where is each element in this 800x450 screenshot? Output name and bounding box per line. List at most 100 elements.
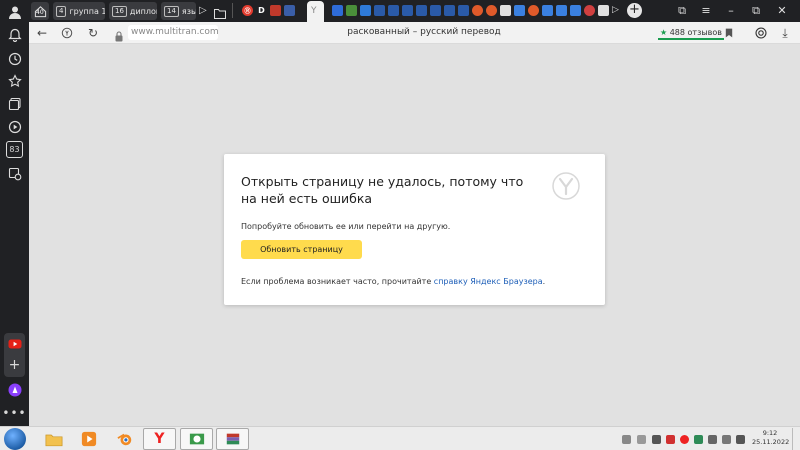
tab-favicon-icon[interactable] <box>360 5 371 16</box>
tray-check-icon[interactable] <box>694 435 703 444</box>
tab-favicon-icon[interactable] <box>542 5 553 16</box>
page-content: Открыть страницу не удалось, потому что … <box>29 44 800 426</box>
tab-favicon-icon[interactable] <box>570 5 581 16</box>
counter-badge-icon[interactable]: 83 <box>6 141 23 158</box>
pinned-tab-icon[interactable] <box>284 5 295 16</box>
error-footer: Если проблема возникает часто, прочитайт… <box>241 277 545 286</box>
bookmark-flag-icon[interactable] <box>721 25 737 41</box>
tab-favicon-icon[interactable] <box>514 5 525 16</box>
reviews-badge[interactable]: ★ 488 отзывов <box>658 26 724 40</box>
tab-strip: 40 4 группа 1 16 диплом 14 язык ▷ Ⓡ D Y … <box>29 0 800 22</box>
tab-favicon-icon[interactable] <box>402 5 413 16</box>
url-field[interactable]: www.multitran.com <box>128 25 219 40</box>
tray-yandex-icon[interactable] <box>680 435 689 444</box>
reviews-count: 488 отзывов <box>669 28 722 37</box>
tab-group-label: диплом <box>129 6 157 16</box>
tab-favicon-icon[interactable] <box>528 5 539 16</box>
tab-group-count: 16 <box>112 5 127 17</box>
error-hint: Попробуйте обновить ее или перейти на др… <box>241 222 451 231</box>
lock-icon[interactable] <box>114 27 124 42</box>
system-clock[interactable]: 9:12 25.11.2022 <box>752 429 790 447</box>
volume-icon[interactable] <box>736 435 745 444</box>
back-arrow-icon[interactable]: ← <box>34 25 50 41</box>
tab-favicon-icon[interactable] <box>430 5 441 16</box>
tab-favicon-icon[interactable] <box>500 5 511 16</box>
scroll-tabs-right-icon[interactable]: ▷ <box>612 5 619 15</box>
yandex-browser-task-icon[interactable]: Y <box>143 428 176 450</box>
winrar-icon[interactable] <box>216 428 249 450</box>
explorer-folder-icon[interactable] <box>37 428 70 450</box>
more-dots-icon[interactable]: ••• <box>2 404 25 421</box>
tab-favicon-icon[interactable] <box>472 5 483 16</box>
start-button[interactable] <box>4 428 26 450</box>
pinned-tab-icon[interactable]: Ⓡ <box>242 5 253 16</box>
add-app-plus-icon[interactable]: + <box>6 356 23 373</box>
show-desktop-button[interactable] <box>792 428 800 450</box>
new-tab-plus-icon[interactable]: + <box>627 3 642 18</box>
help-link[interactable]: справку Яндекс Браузера <box>434 277 543 286</box>
error-title: Открыть страницу не удалось, потому что … <box>241 174 524 206</box>
tray-app-icon[interactable] <box>652 435 661 444</box>
tab-favicon-icon[interactable] <box>332 5 343 16</box>
tab-group-3[interactable]: 14 язык <box>161 2 196 20</box>
home-tab-count: 40 <box>36 9 44 16</box>
profile-icon[interactable] <box>6 3 23 20</box>
minimize-icon[interactable]: – <box>724 4 738 18</box>
notifications-bell-icon[interactable] <box>6 26 23 43</box>
yandex-protect-icon[interactable] <box>59 25 75 41</box>
tab-favicon-icon[interactable] <box>374 5 385 16</box>
protect-shield-icon[interactable] <box>753 25 769 41</box>
browser-sidebar: 83 + ••• <box>0 0 29 426</box>
tab-favicon-icon[interactable] <box>458 5 469 16</box>
clock-date: 25.11.2022 <box>752 438 790 446</box>
bookmarks-star-icon[interactable] <box>6 72 23 89</box>
pinned-tab-d-icon[interactable]: D <box>256 5 267 16</box>
battery-icon[interactable] <box>708 435 717 444</box>
menu-hamburger-icon[interactable]: ≡ <box>699 4 713 18</box>
alice-assistant-icon[interactable] <box>6 381 23 398</box>
tab-favicon-icon[interactable] <box>584 5 595 16</box>
tab-group-count: 4 <box>56 5 67 17</box>
tray-app-icon[interactable] <box>637 435 646 444</box>
tab-favicon-icon[interactable] <box>346 5 357 16</box>
tabs-overview-icon[interactable]: ⧉ <box>675 4 689 18</box>
reload-page-button[interactable]: Обновить страницу <box>241 240 362 259</box>
tray-app-icon[interactable] <box>622 435 631 444</box>
reload-icon[interactable]: ↻ <box>85 25 101 41</box>
home-tab[interactable]: 40 <box>31 2 49 20</box>
blender-icon[interactable] <box>108 428 141 450</box>
media-player-icon[interactable] <box>72 428 105 450</box>
yandex-browser-logo-icon <box>552 172 580 200</box>
error-card: Открыть страницу не удалось, потому что … <box>224 154 605 305</box>
network-icon[interactable] <box>722 435 731 444</box>
tray-app-icon[interactable] <box>666 435 675 444</box>
close-window-icon[interactable]: ✕ <box>775 4 789 18</box>
windows-taskbar: Y 9:12 25.11.2022 <box>0 426 800 450</box>
error-footer-end: . <box>542 277 546 286</box>
tab-favicon-icon[interactable] <box>416 5 427 16</box>
new-folder-icon[interactable] <box>214 4 226 19</box>
history-clock-icon[interactable] <box>6 50 23 67</box>
page-title: раскованный – русский перевод <box>347 27 501 37</box>
downloads-icon[interactable]: ⤓ <box>777 25 793 41</box>
address-bar: ← ↻ www.multitran.com раскованный – русс… <box>29 22 800 44</box>
tab-favicon-icon[interactable] <box>486 5 497 16</box>
tab-favicon-icon[interactable] <box>444 5 455 16</box>
video-play-icon[interactable] <box>6 118 23 135</box>
scroll-tabs-arrow-icon[interactable]: ▷ <box>199 5 207 16</box>
review-star-icon: ★ <box>660 28 668 37</box>
active-tab[interactable]: Y <box>307 1 324 22</box>
maximize-icon[interactable]: ⧉ <box>749 4 763 18</box>
tab-group-2[interactable]: 16 диплом <box>109 2 157 20</box>
tab-group-label: группа 1 <box>69 6 105 16</box>
tab-group-1[interactable]: 4 группа 1 <box>53 2 105 20</box>
collections-icon[interactable] <box>6 95 23 112</box>
tab-favicon-icon[interactable] <box>556 5 567 16</box>
pinned-tab-icon[interactable] <box>270 5 281 16</box>
yandex-y-icon: Y <box>311 6 317 16</box>
screenshot-icon[interactable] <box>6 165 23 182</box>
hp-app-icon[interactable] <box>180 428 213 450</box>
tab-favicon-icon[interactable] <box>598 5 609 16</box>
tab-favicon-icon[interactable] <box>388 5 399 16</box>
youtube-icon[interactable] <box>6 335 23 352</box>
